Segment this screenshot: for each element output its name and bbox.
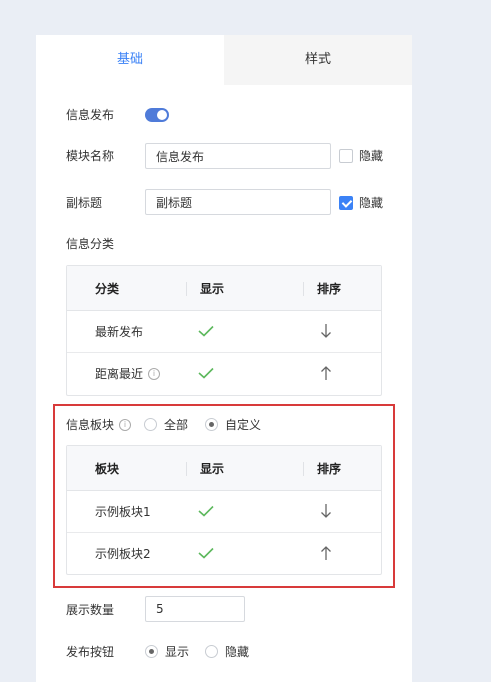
column-divider [303,282,304,296]
table-row: 距离最近 i [67,353,381,395]
table-row: 示例板块2 [67,533,381,575]
tab-style[interactable]: 样式 [224,35,412,85]
module-name-label: 模块名称 [66,149,115,163]
category-label: 信息分类 [66,237,115,251]
info-icon[interactable]: i [119,419,131,431]
publish-button-option-hide: 隐藏 [225,645,250,659]
column-header-category: 分类 [95,282,120,296]
category-table-header: 分类 显示 排序 [67,266,381,311]
blocks-option-all: 全部 [164,418,189,432]
arrow-up-icon[interactable] [320,545,332,561]
check-icon[interactable] [198,547,214,559]
subtitle-label: 副标题 [66,196,103,210]
blocks-table: 板块 显示 排序 示例板块1 示例板块2 [66,445,382,575]
blocks-label: 信息板块 [66,418,115,432]
column-header-display: 显示 [200,282,225,296]
block-name: 示例板块2 [95,547,151,561]
table-row: 最新发布 [67,311,381,353]
module-name-hide-label: 隐藏 [359,149,384,163]
tab-basic[interactable]: 基础 [36,35,224,85]
column-header-sort: 排序 [317,282,342,296]
publish-button-option-show: 显示 [165,645,190,659]
subtitle-hide-checkbox[interactable] [339,196,353,210]
module-name-input[interactable] [145,143,331,169]
column-divider [186,462,187,476]
publish-button-radio-hide[interactable] [205,645,218,658]
arrow-down-icon[interactable] [320,503,332,519]
publish-button-radio-show[interactable] [145,645,158,658]
blocks-radio-custom[interactable] [205,418,218,431]
block-name: 示例板块1 [95,505,151,519]
check-icon[interactable] [198,367,214,379]
tab-bar: 基础 样式 [36,35,412,85]
blocks-option-custom: 自定义 [225,418,262,432]
toggle-knob [157,110,167,120]
display-count-label: 展示数量 [66,603,115,617]
column-header-sort: 排序 [317,462,342,476]
info-icon[interactable]: i [148,368,160,380]
column-header-block: 板块 [95,462,120,476]
publish-toggle[interactable] [145,108,169,122]
category-table: 分类 显示 排序 最新发布 距离最近 i [66,265,382,396]
check-icon[interactable] [198,505,214,517]
publish-label: 信息发布 [66,108,115,122]
arrow-down-icon[interactable] [320,323,332,339]
table-row: 示例板块1 [67,491,381,533]
check-icon[interactable] [198,325,214,337]
category-name: 最新发布 [95,325,144,339]
column-header-display: 显示 [200,462,225,476]
subtitle-input[interactable] [145,189,331,215]
arrow-up-icon[interactable] [320,365,332,381]
blocks-radio-all[interactable] [144,418,157,431]
module-name-hide-checkbox[interactable] [339,149,353,163]
blocks-table-header: 板块 显示 排序 [67,446,381,491]
category-name: 距离最近 [95,367,144,381]
publish-button-label: 发布按钮 [66,645,115,659]
subtitle-hide-label: 隐藏 [359,196,384,210]
column-divider [303,462,304,476]
display-count-input[interactable] [145,596,245,622]
column-divider [186,282,187,296]
